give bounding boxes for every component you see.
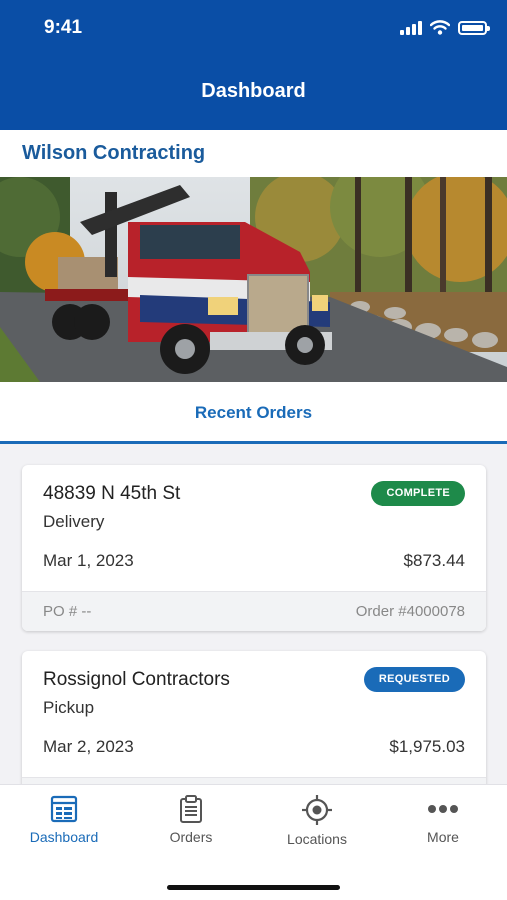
order-number: Order #4000078 (355, 603, 465, 620)
hero-truck-image (0, 177, 507, 382)
recent-orders-header: Recent Orders (0, 382, 507, 444)
tab-more[interactable]: More (388, 795, 498, 845)
page-title: Dashboard (201, 80, 306, 102)
tab-label: More (427, 829, 459, 845)
section-title[interactable]: Recent Orders (0, 403, 507, 423)
order-total: $1,975.03 (389, 737, 465, 756)
tab-label: Dashboard (29, 829, 99, 845)
tab-label: Orders (169, 829, 213, 845)
order-type: Delivery (43, 512, 105, 531)
tab-dashboard[interactable]: Dashboard (9, 795, 119, 845)
home-indicator[interactable] (167, 885, 340, 890)
wifi-icon (430, 20, 450, 35)
company-name: Wilson Contracting (22, 142, 206, 164)
po-number: PO # -- (43, 603, 92, 620)
tab-bar: Dashboard Orders Locations More (0, 784, 507, 900)
order-card[interactable]: 48839 N 45th St COMPLETE Delivery Mar 1,… (22, 465, 486, 631)
dashboard-icon (50, 795, 78, 823)
company-bar: Wilson Contracting (0, 130, 507, 177)
order-date: Mar 2, 2023 (43, 737, 134, 756)
status-badge: REQUESTED (363, 667, 465, 692)
tab-orders[interactable]: Orders (136, 795, 246, 845)
order-total: $873.44 (403, 551, 465, 570)
status-icons (400, 20, 490, 35)
app-header: 9:41 Dashboard (0, 0, 507, 130)
tab-locations[interactable]: Locations (262, 795, 372, 847)
order-footer: PO # -- Order #4000078 (22, 591, 486, 631)
more-dots-icon (428, 805, 458, 813)
order-date: Mar 1, 2023 (43, 551, 134, 570)
order-address: Rossignol Contractors (43, 669, 230, 690)
cellular-signal-icon (400, 20, 422, 35)
status-badge: COMPLETE (371, 481, 465, 506)
clipboard-icon (180, 795, 202, 823)
order-type: Pickup (43, 698, 95, 717)
location-crosshair-icon (302, 795, 332, 825)
tab-label: Locations (287, 831, 347, 847)
status-time: 9:41 (44, 17, 83, 38)
battery-icon (458, 20, 490, 35)
order-address: 48839 N 45th St (43, 483, 181, 504)
